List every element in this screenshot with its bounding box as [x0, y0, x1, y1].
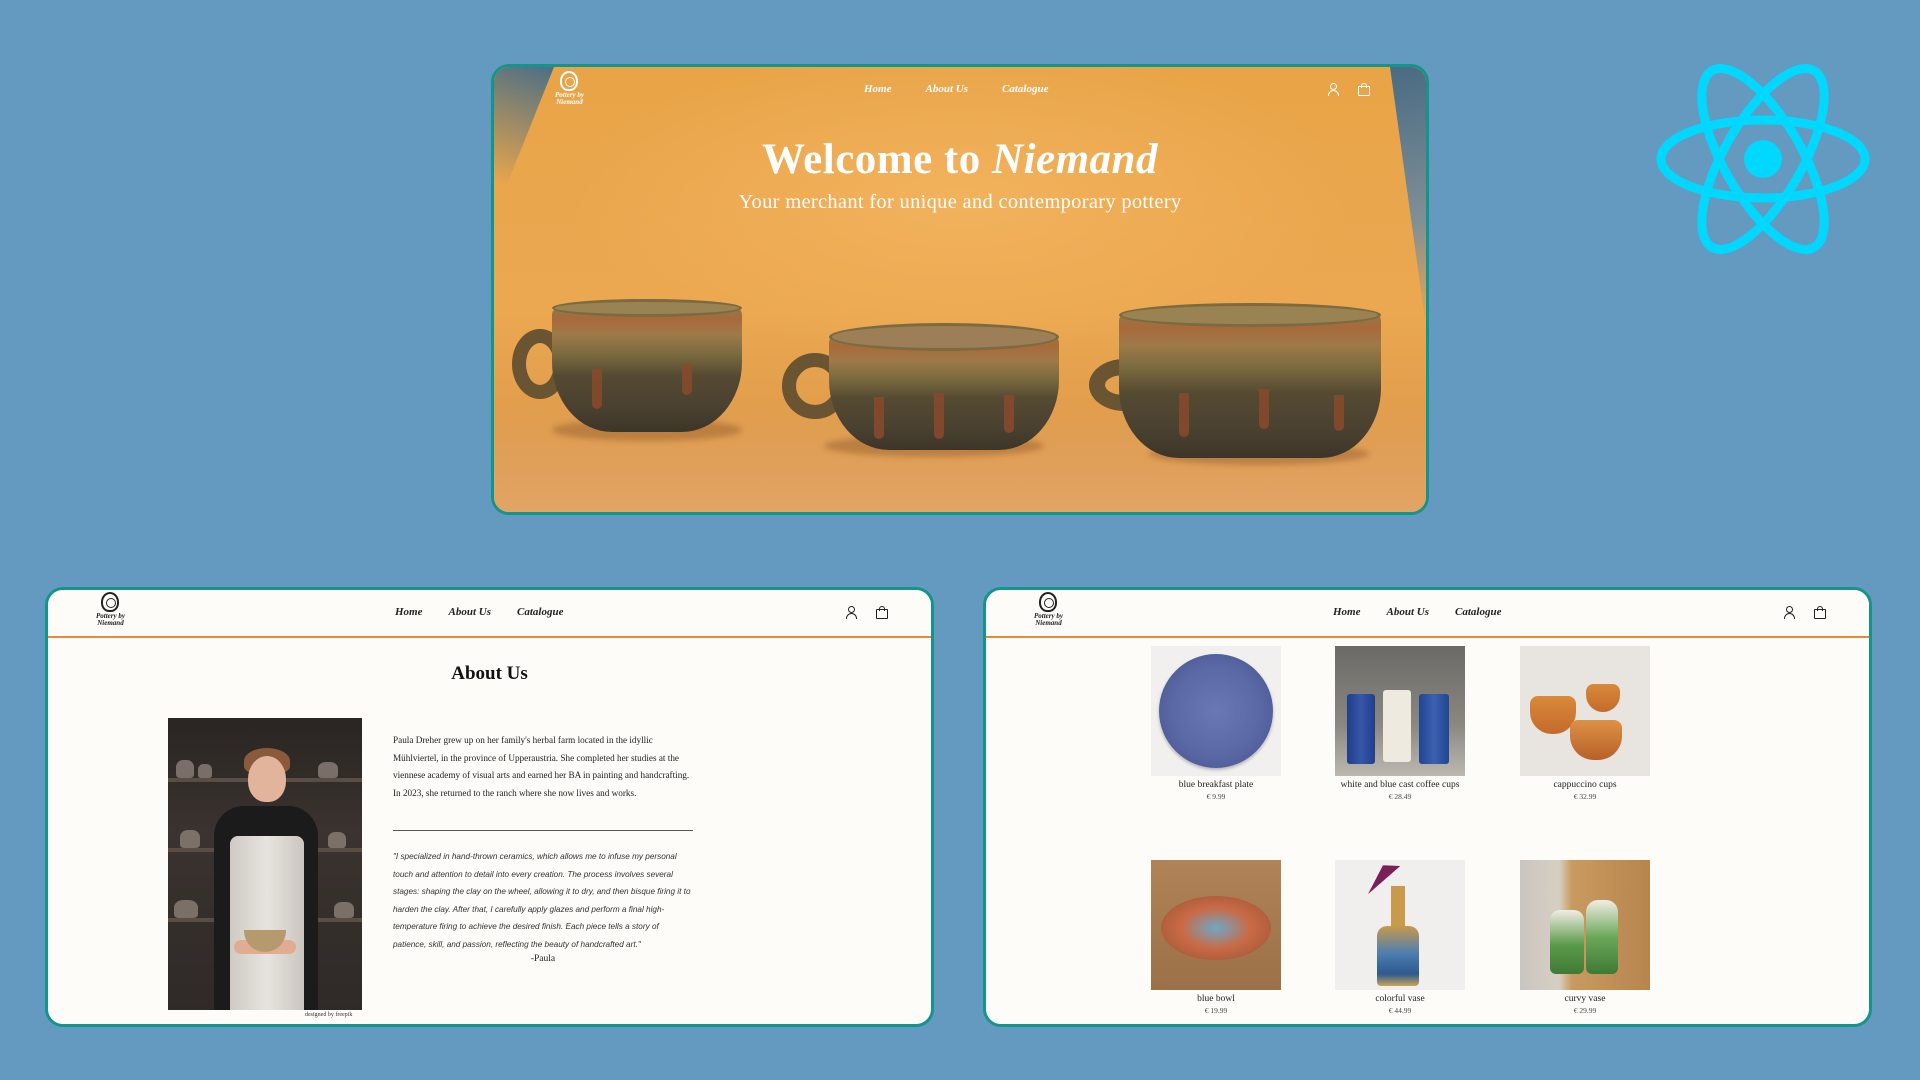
site-logo[interactable]: Pottery by Niemand: [1034, 592, 1063, 627]
nav-link-about-us[interactable]: About Us: [926, 83, 969, 95]
product-name[interactable]: curvy vase: [1490, 994, 1680, 1004]
about-navbar: Pottery by Niemand Home About Us Catalog…: [48, 590, 931, 638]
product-price: € 9.99: [1206, 792, 1226, 801]
site-logo[interactable]: Pottery by Niemand: [96, 592, 125, 627]
product-image[interactable]: [1520, 646, 1650, 776]
about-quote: "I specialized in hand-thrown ceramics, …: [393, 852, 691, 949]
hero-subtitle: Your merchant for unique and contemporar…: [738, 191, 1182, 213]
site-logo[interactable]: Pottery by Niemand: [555, 71, 584, 106]
nav-link-home[interactable]: Home: [395, 606, 423, 618]
nav-link-catalogue[interactable]: Catalogue: [1002, 83, 1048, 95]
user-icon[interactable]: [845, 606, 857, 619]
hero-title-brand: Niemand: [992, 136, 1158, 183]
nav-link-about-us[interactable]: About Us: [449, 606, 492, 618]
nav-links: Home About Us Catalogue: [864, 83, 1048, 95]
about-screenshot: Pottery by Niemand Home About Us Catalog…: [45, 587, 934, 1027]
product-name[interactable]: blue bowl: [1121, 994, 1311, 1004]
about-signature: -Paula: [530, 954, 556, 964]
react-logo-icon: [1656, 64, 1870, 254]
product-card[interactable]: blue bowl € 19.99: [1121, 860, 1311, 1015]
nav-link-home[interactable]: Home: [864, 83, 892, 95]
hero-cup-right: [1089, 303, 1389, 473]
hero-title: Welcome to Niemand: [494, 135, 1426, 184]
nav-link-catalogue[interactable]: Catalogue: [517, 606, 563, 618]
product-price: € 29.99: [1573, 1006, 1597, 1015]
product-price: € 19.99: [1204, 1006, 1228, 1015]
photo-credit: designed by freepik: [305, 1012, 353, 1018]
nav-icons: [845, 606, 888, 619]
catalogue-screenshot: Pottery by Niemand Home About Us Catalog…: [983, 587, 1872, 1027]
product-card[interactable]: blue breakfast plate € 9.99: [1121, 646, 1311, 801]
about-divider: [393, 830, 693, 831]
nav-icons: [1327, 83, 1370, 96]
pottery-logo-icon: [560, 71, 579, 91]
hero-cup-left: [512, 299, 752, 449]
pottery-logo-icon: [101, 592, 120, 612]
product-name[interactable]: cappuccino cups: [1490, 780, 1680, 790]
user-icon[interactable]: [1783, 606, 1795, 619]
product-name[interactable]: blue breakfast plate: [1121, 780, 1311, 790]
product-image[interactable]: [1151, 860, 1281, 990]
shopping-bag-icon[interactable]: [1357, 83, 1370, 96]
nav-link-about-us[interactable]: About Us: [1387, 606, 1430, 618]
shopping-bag-icon[interactable]: [875, 606, 888, 619]
nav-icons: [1783, 606, 1826, 619]
product-price: € 44.99: [1388, 1006, 1412, 1015]
product-card[interactable]: colorful vase € 44.99: [1305, 860, 1495, 1015]
catalogue-navbar: Pottery by Niemand Home About Us Catalog…: [986, 590, 1869, 638]
about-bio: Paula Dreher grew up on her family's her…: [393, 735, 690, 798]
about-title: About Us: [451, 663, 528, 684]
hero-navbar: Pottery by Niemand Home About Us Catalog…: [494, 67, 1426, 113]
product-price: € 32.99: [1573, 792, 1597, 801]
logo-text: Pottery by Niemand: [1034, 612, 1063, 627]
potter-photo: [168, 718, 362, 1010]
user-icon[interactable]: [1327, 83, 1339, 96]
hero-title-prefix: Welcome to: [762, 136, 993, 183]
product-name[interactable]: colorful vase: [1305, 994, 1495, 1004]
pottery-logo-icon: [1039, 592, 1058, 612]
product-card[interactable]: white and blue cast coffee cups € 28.49: [1305, 646, 1495, 801]
logo-text: Pottery by Niemand: [555, 91, 584, 106]
product-image[interactable]: [1335, 646, 1465, 776]
product-image[interactable]: [1520, 860, 1650, 990]
hero-cup-middle: [774, 323, 1074, 463]
product-image[interactable]: [1335, 860, 1465, 990]
nav-links: Home About Us Catalogue: [395, 606, 563, 618]
nav-link-catalogue[interactable]: Catalogue: [1455, 606, 1501, 618]
product-price: € 28.49: [1388, 792, 1412, 801]
product-name[interactable]: white and blue cast coffee cups: [1305, 780, 1495, 790]
logo-text: Pottery by Niemand: [96, 612, 125, 627]
product-image[interactable]: [1151, 646, 1281, 776]
product-card[interactable]: curvy vase € 29.99: [1490, 860, 1680, 1015]
nav-link-home[interactable]: Home: [1333, 606, 1361, 618]
nav-links: Home About Us Catalogue: [1333, 606, 1501, 618]
hero-screenshot: Pottery by Niemand Home About Us Catalog…: [491, 64, 1429, 515]
product-card[interactable]: cappuccino cups € 32.99: [1490, 646, 1680, 801]
shopping-bag-icon[interactable]: [1813, 606, 1826, 619]
